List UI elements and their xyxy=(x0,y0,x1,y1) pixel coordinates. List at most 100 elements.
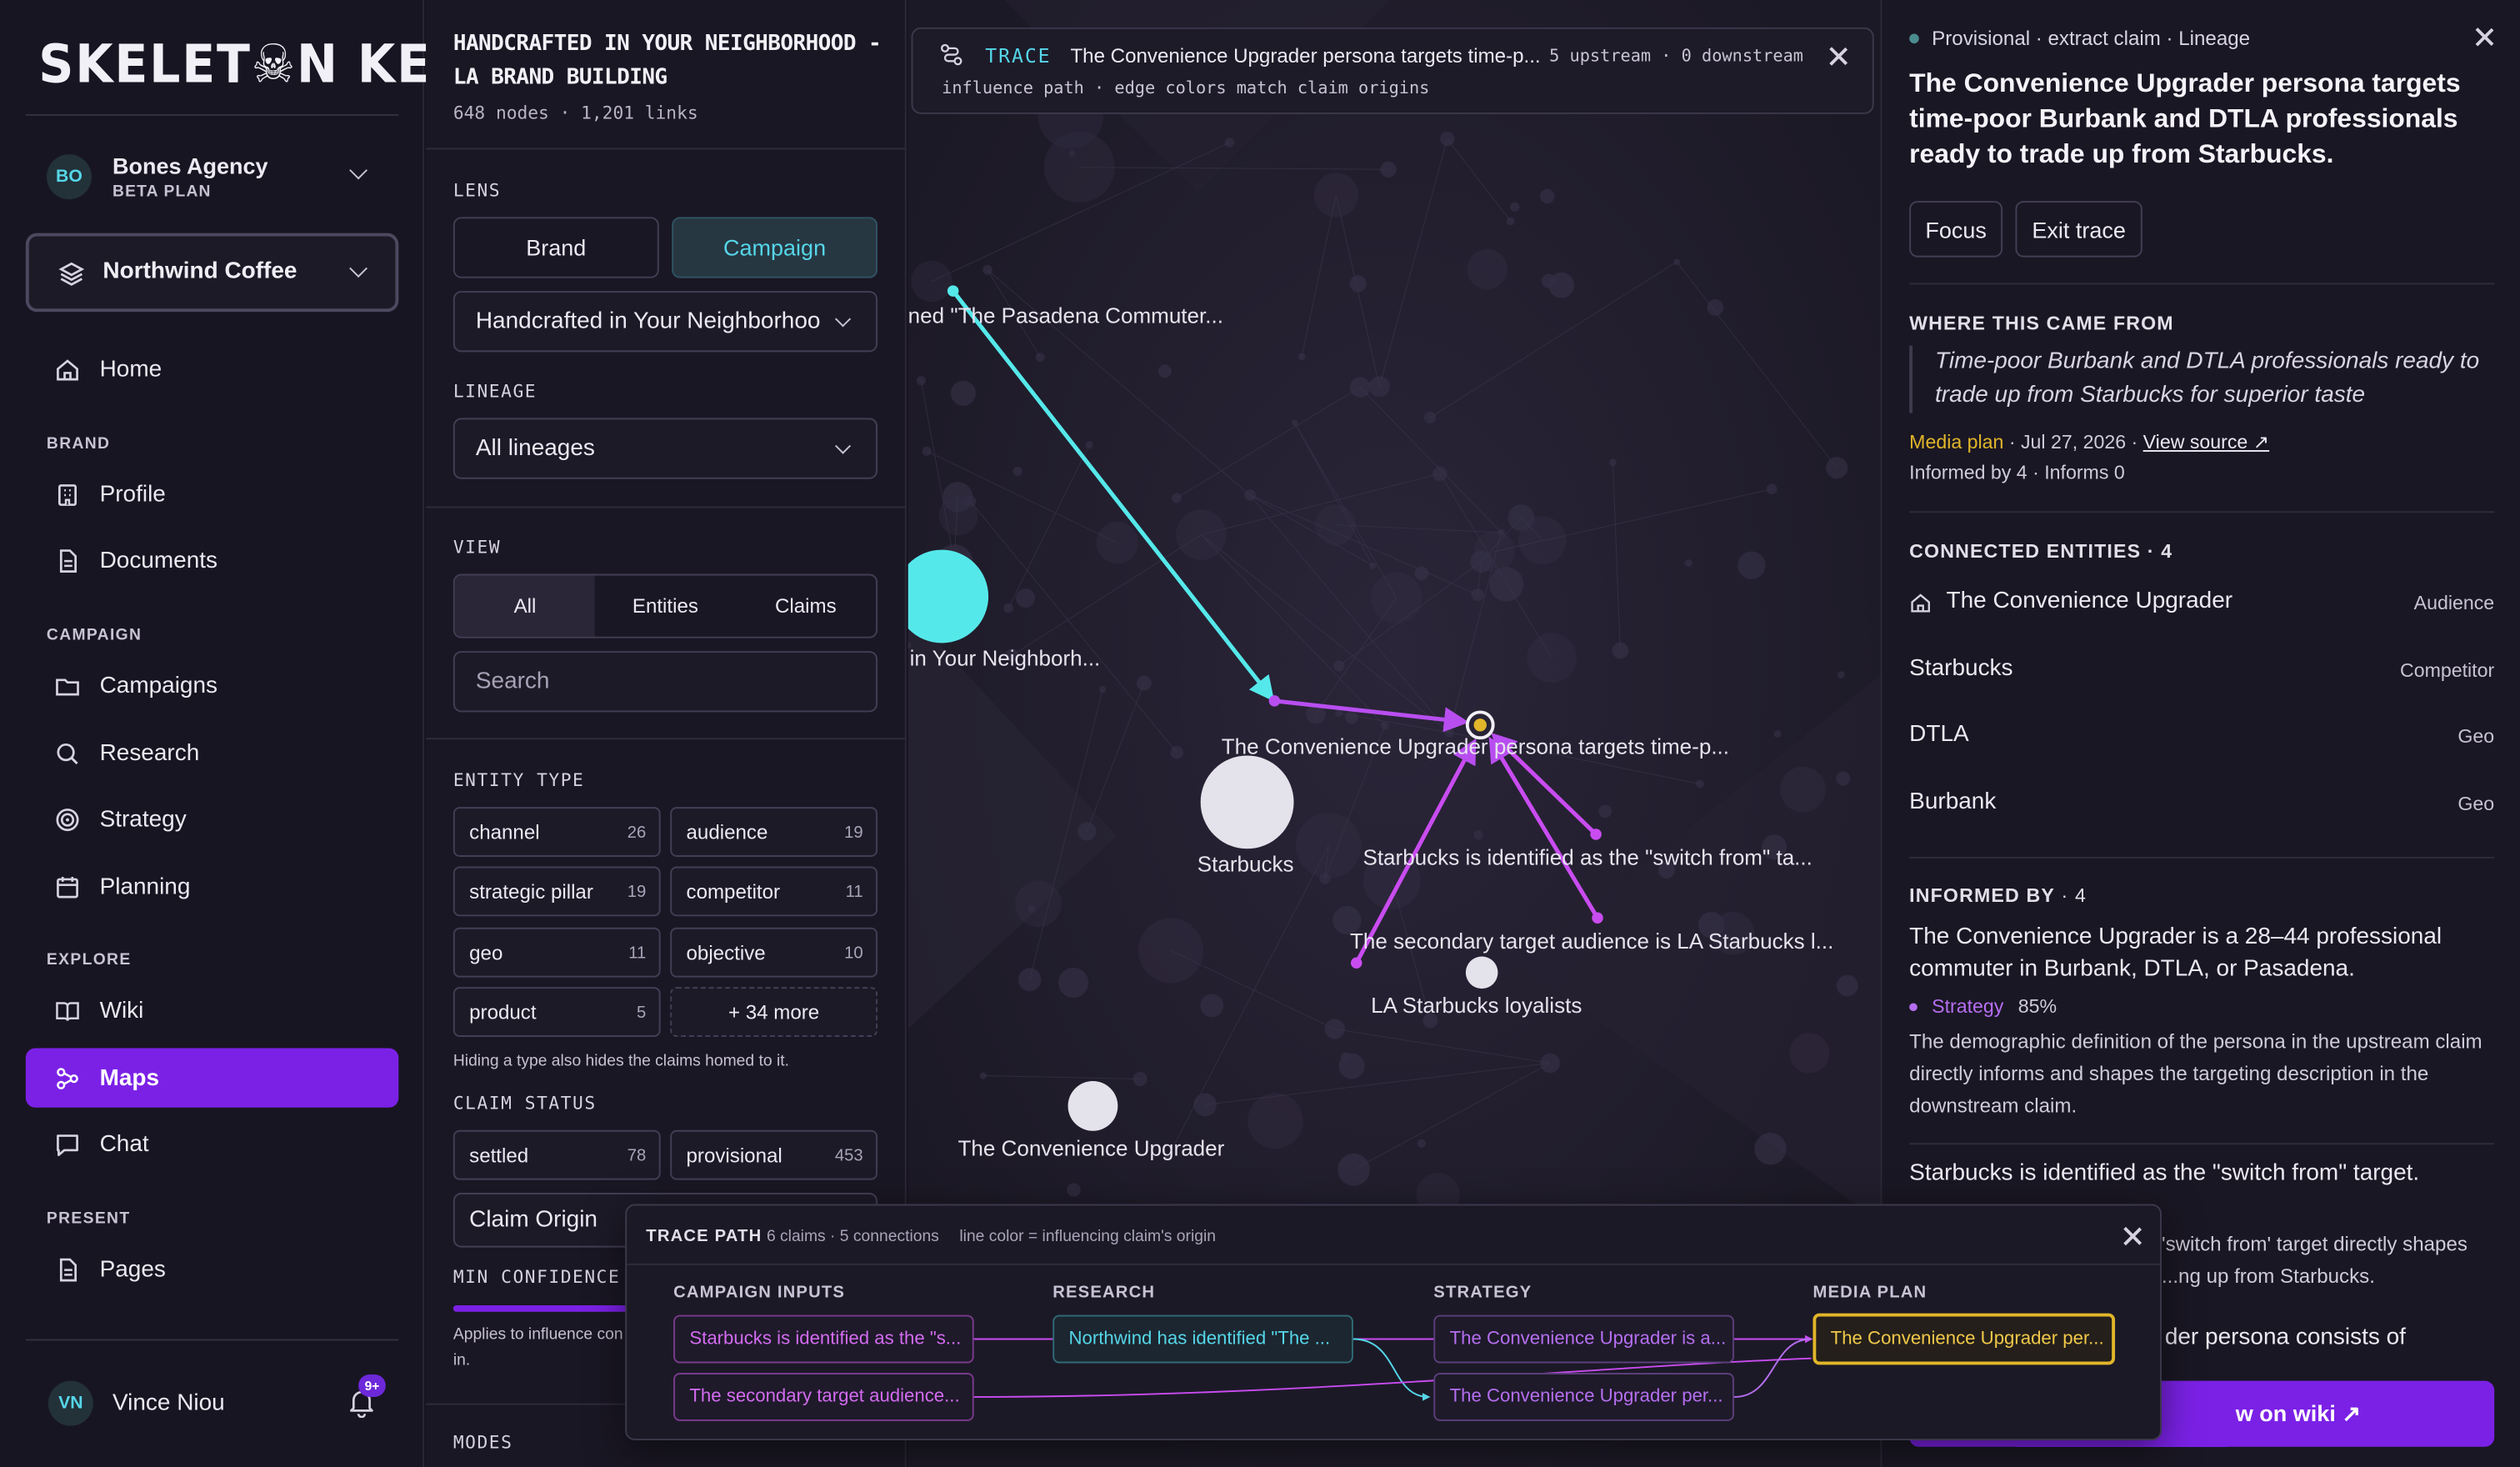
background-node xyxy=(979,1072,987,1079)
agency-switcher[interactable]: BO Bones Agency BETA PLAN xyxy=(26,138,398,213)
trace-node-selected[interactable]: The Convenience Upgrader per... xyxy=(1812,1313,2116,1365)
informed-claim-title[interactable]: Starbucks is identified as the "switch f… xyxy=(1909,1158,2494,1190)
lineage-select[interactable]: All lineages xyxy=(452,418,878,479)
background-node xyxy=(1738,551,1766,579)
connected-entity[interactable]: Burbank Geo xyxy=(1909,789,2494,824)
trace-banner: TRACE The Convenience Upgrader persona t… xyxy=(911,27,1874,114)
view-entities-tab[interactable]: Entities xyxy=(595,575,735,636)
app-logo[interactable]: SKELET☠N KEY xyxy=(38,33,468,95)
app-root: SKELET☠N KEY BO Bones Agency BETA PLAN N… xyxy=(0,0,2520,1467)
lineage-select-value: All lineages xyxy=(475,435,595,462)
user-menu[interactable]: VN Vince Niou 9+ xyxy=(26,1374,398,1432)
nav-profile[interactable]: Profile xyxy=(26,464,398,523)
background-node xyxy=(1068,150,1076,157)
nav-maps-label: Maps xyxy=(99,1064,160,1091)
entity-type-chip[interactable]: objective 10 xyxy=(670,927,878,978)
map-label: Starbucks xyxy=(1197,852,1294,877)
home-icon xyxy=(1911,593,1930,613)
informed-claim-rationale: The demographic definition of the person… xyxy=(1909,1030,2482,1118)
nav-strategy[interactable]: Strategy xyxy=(26,789,398,849)
map-label: ned "The Pasadena Commuter... xyxy=(908,303,1223,328)
lens-campaign-button[interactable]: Campaign xyxy=(672,217,878,278)
section-present: PRESENT xyxy=(46,1210,131,1229)
graph-node-pasadena[interactable] xyxy=(947,285,959,297)
background-node xyxy=(1754,1133,1787,1165)
graph-node-starbucks[interactable] xyxy=(1200,755,1294,849)
chip-count: 19 xyxy=(844,823,863,843)
close-icon[interactable] xyxy=(1829,47,1848,66)
search-input[interactable]: Search xyxy=(452,651,878,713)
trace-node[interactable]: The Convenience Upgrader is a... xyxy=(1433,1314,1734,1364)
entity-type-chip[interactable]: channel 26 xyxy=(452,807,661,857)
nav-pages[interactable]: Pages xyxy=(26,1239,398,1299)
claim-status-chip[interactable]: settled 78 xyxy=(452,1129,661,1180)
background-node xyxy=(1779,766,1827,813)
entity-name: Starbucks xyxy=(1909,655,2013,682)
project-switcher[interactable]: Northwind Coffee xyxy=(25,233,399,313)
nav-chat[interactable]: Chat xyxy=(26,1114,398,1174)
connected-entity[interactable]: Starbucks Competitor xyxy=(1909,656,2494,691)
entity-type-chip[interactable]: geo 11 xyxy=(452,927,661,978)
trace-node[interactable]: Northwind has identified "The ... xyxy=(1052,1314,1353,1364)
close-icon[interactable] xyxy=(2475,28,2494,47)
connected-entity[interactable]: DTLA Geo xyxy=(1909,722,2494,757)
nav-home[interactable]: Home xyxy=(26,339,398,398)
nav-planning[interactable]: Planning xyxy=(26,857,398,916)
chip-label: provisional xyxy=(686,1144,782,1167)
entity-type-chip[interactable]: product 5 xyxy=(452,987,661,1037)
nav-maps[interactable]: Maps xyxy=(25,1048,399,1108)
hiding-hint: Hiding a type also hides the claims home… xyxy=(452,1053,789,1071)
focus-button[interactable]: Focus xyxy=(1909,201,2003,258)
background-node xyxy=(1508,504,1535,531)
background-node xyxy=(1099,685,1107,693)
lens-brand-button[interactable]: Brand xyxy=(452,217,659,278)
background-node xyxy=(1380,721,1389,730)
claim-status-chip[interactable]: provisional 453 xyxy=(670,1129,878,1180)
map-title: HANDCRAFTED IN YOUR NEIGHBORHOOD - LA BR… xyxy=(452,30,882,91)
entity-type-chip[interactable]: competitor 11 xyxy=(670,866,878,917)
graph-node-claim[interactable] xyxy=(1350,957,1362,969)
graph-node-selected[interactable] xyxy=(1473,718,1487,732)
background-node xyxy=(1096,521,1139,564)
chevron-down-icon xyxy=(835,311,852,328)
user-avatar: VN xyxy=(48,1380,93,1426)
nav-documents[interactable]: Documents xyxy=(26,530,398,589)
entity-type-chip[interactable]: audience 19 xyxy=(670,807,878,857)
background-node xyxy=(1314,504,1357,546)
nav-campaigns[interactable]: Campaigns xyxy=(26,656,398,715)
origin-dot xyxy=(1909,1004,1918,1012)
applies-hint-end: in. xyxy=(452,1351,471,1370)
map-label: The Convenience Upgrader persona targets… xyxy=(1221,734,1730,759)
nav-wiki[interactable]: Wiki xyxy=(26,980,398,1039)
more-types-button[interactable]: + 34 more xyxy=(670,987,878,1037)
entity-type-chip[interactable]: strategic pillar 19 xyxy=(452,866,661,917)
graph-node-switch-from[interactable] xyxy=(1590,829,1602,840)
view-source-link[interactable]: View source ↗ xyxy=(2143,431,2269,453)
chip-label: channel xyxy=(469,820,540,844)
exit-trace-button[interactable]: Exit trace xyxy=(2015,201,2142,258)
background-node xyxy=(1200,994,1224,1018)
background-node xyxy=(1085,441,1093,449)
graph-node-loyalists[interactable] xyxy=(1465,956,1498,989)
background-node xyxy=(1244,489,1257,502)
trace-node[interactable]: The Convenience Upgrader per... xyxy=(1433,1373,1734,1421)
connected-entity[interactable]: The Convenience Upgrader Audience xyxy=(1909,588,2494,623)
graph-node-cu-entity-claim[interactable] xyxy=(1268,695,1281,707)
graph-node-cu-entity[interactable] xyxy=(1068,1080,1118,1131)
background-node xyxy=(1016,588,1036,608)
source-date: · Jul 27, 2026 · xyxy=(2003,430,2143,453)
informed-claim-title[interactable]: The Convenience Upgrader is a 28–44 prof… xyxy=(1909,921,2494,985)
campaign-select[interactable]: Handcrafted in Your Neighborhood xyxy=(452,291,878,353)
view-claims-tab[interactable]: Claims xyxy=(736,575,876,636)
nav-research[interactable]: Research xyxy=(26,723,398,783)
background-node xyxy=(1695,779,1705,789)
background-node xyxy=(1380,161,1397,178)
background-node xyxy=(1224,138,1235,148)
trace-node[interactable]: Starbucks is identified as the "s... xyxy=(673,1314,974,1364)
background-node xyxy=(1836,771,1851,786)
modes-label: MODES xyxy=(452,1432,513,1454)
graph-node-secondary[interactable] xyxy=(1592,912,1603,924)
background-node xyxy=(1506,217,1515,226)
trace-node[interactable]: The secondary target audience... xyxy=(673,1373,974,1421)
view-all-tab[interactable]: All xyxy=(454,575,596,637)
